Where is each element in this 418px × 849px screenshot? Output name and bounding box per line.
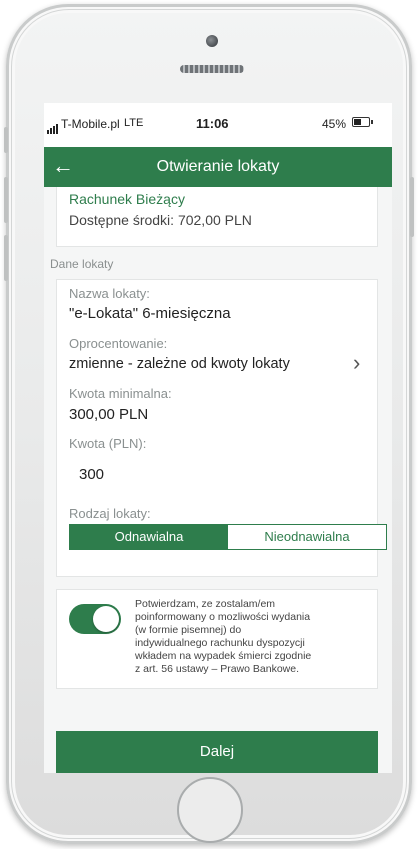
network-type: LTE bbox=[124, 117, 144, 129]
home-button[interactable] bbox=[177, 777, 243, 843]
account-name: Rachunek Bieżący bbox=[69, 191, 185, 207]
account-card: Rachunek Bieżący Dostępne środki: 702,00… bbox=[56, 187, 378, 247]
consent-toggle[interactable] bbox=[69, 604, 121, 634]
consent-line: indywidualnego rachunku dyspozycji bbox=[135, 637, 305, 649]
consent-text: Potwierdzam, ze zostalam/em poinformowan… bbox=[135, 598, 375, 676]
next-button[interactable]: Dalej bbox=[56, 731, 378, 773]
toggle-knob bbox=[93, 606, 119, 632]
signal-icon bbox=[47, 120, 59, 134]
phone-frame: T-Mobile.pl LTE 11:06 45% ← Otwieranie l… bbox=[4, 4, 414, 844]
mute-switch bbox=[4, 127, 8, 153]
consent-card: Potwierdzam, ze zostalam/em poinformowan… bbox=[56, 589, 378, 689]
app-header: ← Otwieranie lokaty bbox=[44, 147, 392, 187]
deposit-details-card: Nazwa lokaty: "e-Lokata" 6-miesięczna Op… bbox=[56, 279, 387, 577]
status-bar: T-Mobile.pl LTE 11:06 45% bbox=[44, 103, 392, 147]
deposit-type-label: Rodzaj lokaty: bbox=[69, 506, 151, 521]
available-funds: Dostępne środki: 702,00 PLN bbox=[69, 212, 252, 228]
interest-rate-label: Oprocentowanie: bbox=[69, 336, 168, 351]
amount-label: Kwota (PLN): bbox=[69, 436, 147, 451]
renewable-option[interactable]: Odnawialna bbox=[70, 525, 228, 549]
volume-up-button bbox=[4, 177, 8, 223]
consent-line: wkładem na wypadek śmierci zgodnie bbox=[135, 650, 312, 662]
chevron-right-icon[interactable]: › bbox=[353, 350, 360, 376]
deposit-name-value: "e-Lokata" 6-miesięczna bbox=[69, 305, 231, 322]
consent-line: poinformowany o mozliwości wydania bbox=[135, 611, 311, 623]
interest-rate-value[interactable]: zmienne - zależne od kwoty lokaty bbox=[69, 356, 349, 372]
phone-screen: T-Mobile.pl LTE 11:06 45% ← Otwieranie l… bbox=[44, 103, 392, 773]
non-renewable-option[interactable]: Nieodnawialna bbox=[228, 525, 386, 549]
consent-line: z art. 56 ustawy – Prawo Bankowe. bbox=[135, 663, 299, 675]
clock: 11:06 bbox=[196, 116, 229, 131]
front-camera bbox=[206, 35, 218, 47]
minimum-amount-label: Kwota minimalna: bbox=[69, 386, 172, 401]
amount-input[interactable]: 300 bbox=[79, 466, 104, 483]
deposit-type-segmented-control: Odnawialna Nieodnawialna bbox=[69, 524, 387, 550]
minimum-amount-value: 300,00 PLN bbox=[69, 406, 149, 423]
section-label-deposit-data: Dane lokaty bbox=[50, 257, 114, 271]
power-button bbox=[410, 177, 414, 237]
deposit-name-label: Nazwa lokaty: bbox=[69, 286, 150, 301]
consent-line: Potwierdzam, ze zostalam/em bbox=[135, 598, 276, 610]
volume-down-button bbox=[4, 235, 8, 281]
carrier-name: T-Mobile.pl bbox=[61, 117, 120, 131]
page-title: Otwieranie lokaty bbox=[156, 158, 280, 175]
battery-percent: 45% bbox=[322, 117, 347, 131]
battery-icon bbox=[352, 117, 373, 127]
earpiece-speaker bbox=[180, 65, 244, 73]
consent-line: (w formie pisemnej) do bbox=[135, 624, 242, 636]
